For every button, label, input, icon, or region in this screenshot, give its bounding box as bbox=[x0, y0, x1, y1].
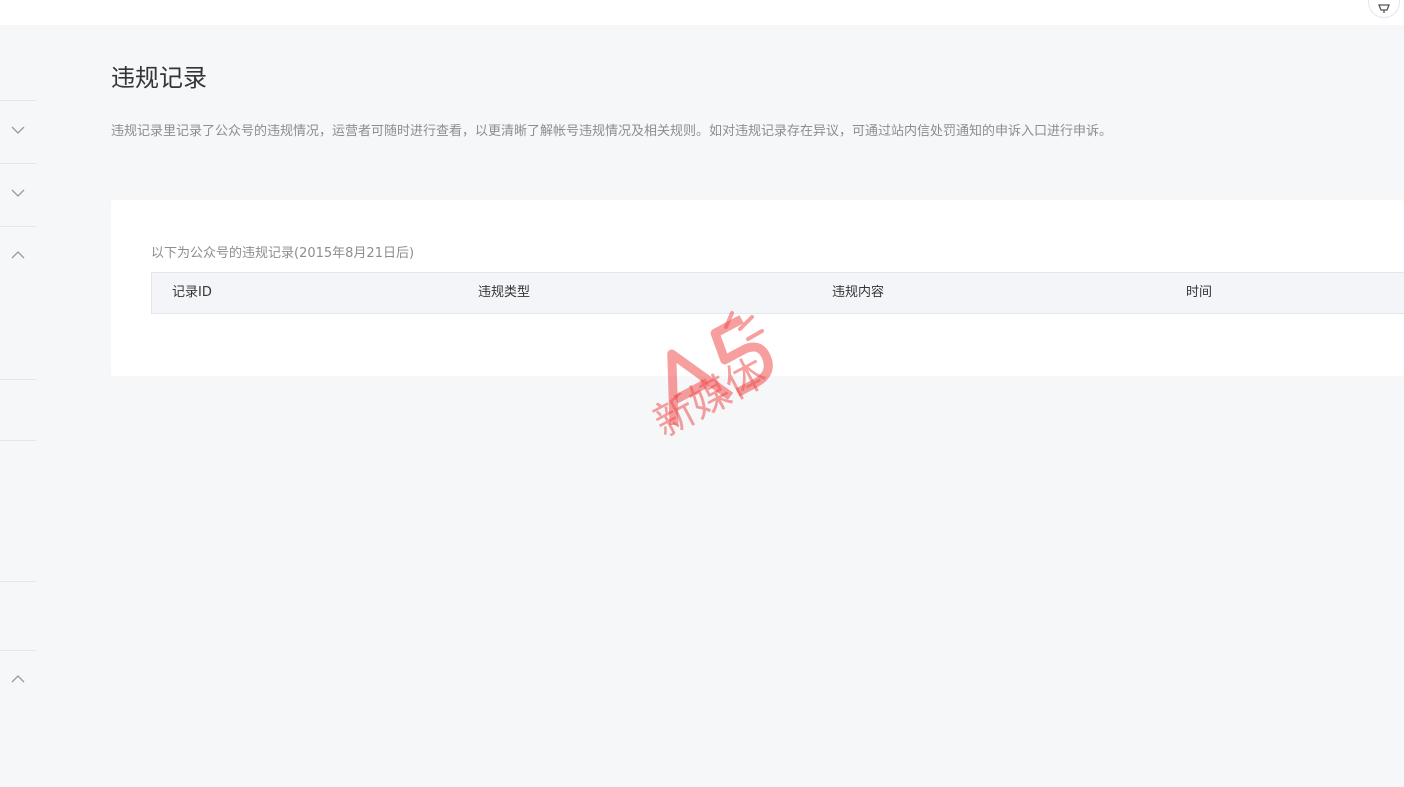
sidebar-divider bbox=[0, 581, 36, 582]
column-header-record-id: 记录ID bbox=[172, 285, 212, 300]
sidebar-divider bbox=[0, 379, 36, 380]
column-header-time: 时间 bbox=[1186, 285, 1213, 300]
page-description: 违规记录里记录了公众号的违规情况，运营者可随时进行查看，以更清晰了解帐号违规情况… bbox=[111, 124, 1113, 139]
sidebar bbox=[0, 25, 36, 787]
sidebar-divider bbox=[0, 226, 36, 227]
sidebar-divider bbox=[0, 650, 36, 651]
sidebar-divider bbox=[0, 440, 36, 441]
chevron-down-icon[interactable] bbox=[11, 123, 25, 137]
chevron-up-icon[interactable] bbox=[11, 248, 25, 262]
sidebar-divider bbox=[0, 100, 36, 101]
notification-button[interactable] bbox=[1368, 0, 1400, 18]
table-header: 记录ID 违规类型 违规内容 时间 bbox=[151, 272, 1404, 314]
chevron-down-icon[interactable] bbox=[11, 186, 25, 200]
column-header-violation-type: 违规类型 bbox=[478, 285, 531, 300]
table-caption: 以下为公众号的违规记录(2015年8月21日后) bbox=[151, 246, 415, 261]
chevron-up-icon[interactable] bbox=[11, 672, 25, 686]
violation-records-card: 以下为公众号的违规记录(2015年8月21日后) 记录ID 违规类型 违规内容 … bbox=[111, 200, 1404, 376]
sidebar-divider bbox=[0, 163, 36, 164]
notification-icon bbox=[1378, 4, 1390, 13]
page-title: 违规记录 bbox=[111, 64, 207, 92]
column-header-violation-content: 违规内容 bbox=[832, 285, 885, 300]
top-bar bbox=[0, 0, 1404, 25]
